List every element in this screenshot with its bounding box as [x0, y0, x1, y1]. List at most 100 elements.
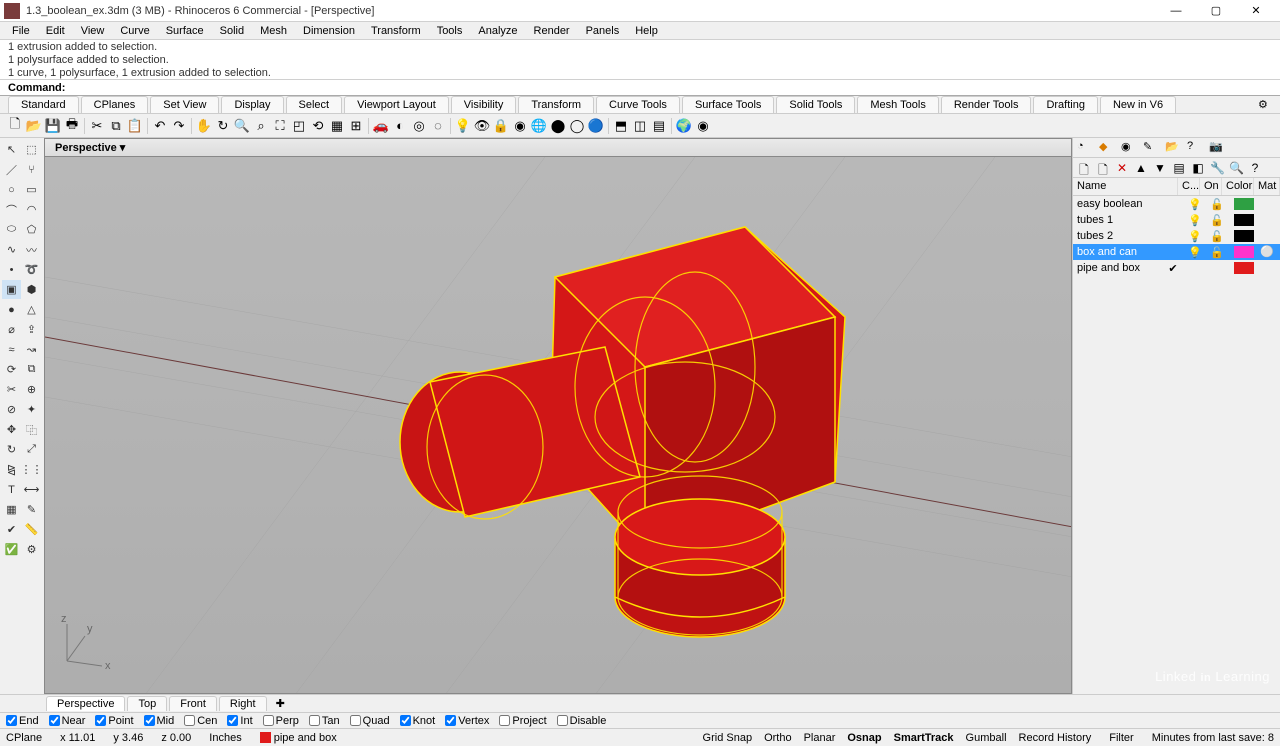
command-line[interactable]: Command:	[0, 80, 1280, 96]
toggle-smarttrack[interactable]: SmartTrack	[894, 732, 954, 744]
menu-transform[interactable]: Transform	[363, 24, 429, 38]
sweep-icon[interactable]: ↝	[22, 340, 41, 359]
menu-mesh[interactable]: Mesh	[252, 24, 295, 38]
zoom-previous-icon[interactable]: ⟲	[309, 117, 327, 135]
menu-edit[interactable]: Edit	[38, 24, 73, 38]
folder-tab-icon[interactable]: 📂	[1165, 140, 1181, 156]
toggle-grid-snap[interactable]: Grid Snap	[703, 732, 753, 744]
new-layer-icon[interactable]: 🗋	[1077, 161, 1091, 175]
tab-solid-tools[interactable]: Solid Tools	[776, 96, 855, 113]
tab-visibility[interactable]: Visibility	[451, 96, 517, 113]
copy-tool-icon[interactable]: ⿻	[22, 420, 41, 439]
polyline-icon[interactable]: ⑂	[22, 160, 41, 179]
layer-color-swatch[interactable]	[1234, 214, 1254, 226]
tab-select[interactable]: Select	[286, 96, 343, 113]
materials-tab-icon[interactable]: ◉	[1121, 140, 1137, 156]
status-filter[interactable]: Filter	[1109, 732, 1133, 744]
col-current[interactable]: C...	[1178, 178, 1200, 195]
layer-lock-icon[interactable]: 🔓	[1206, 246, 1228, 259]
properties-icon[interactable]: ⬒	[612, 117, 630, 135]
layer-color-swatch[interactable]	[1234, 230, 1254, 242]
sphere-icon[interactable]: ⬤	[549, 117, 567, 135]
named-view-icon[interactable]: ▦	[328, 117, 346, 135]
menu-tools[interactable]: Tools	[429, 24, 471, 38]
move-up-icon[interactable]: ▲	[1134, 161, 1148, 175]
annotate-icon[interactable]: ✎	[22, 500, 41, 519]
zoom-extents-icon[interactable]: ⛶	[271, 117, 289, 135]
layer-state-icon[interactable]: ◉	[511, 117, 529, 135]
layer-material[interactable]	[1260, 261, 1276, 275]
viewport-canvas[interactable]	[45, 157, 1071, 693]
open-icon[interactable]: 📂	[25, 117, 43, 135]
tool-icon[interactable]: 🔧	[1210, 161, 1224, 175]
move-down-icon[interactable]: ▼	[1153, 161, 1167, 175]
layer-row[interactable]: easy boolean 💡 🔓	[1073, 196, 1280, 212]
network-icon[interactable]: ⧉	[22, 360, 41, 379]
add-viewport-icon[interactable]: ✚	[269, 696, 292, 711]
rotate-tool-icon[interactable]: ↻	[2, 440, 21, 459]
close-button[interactable]: ✕	[1236, 1, 1276, 21]
line-icon[interactable]: ／	[2, 160, 21, 179]
status-layer[interactable]: pipe and box	[260, 732, 337, 744]
layer-material[interactable]	[1260, 197, 1276, 211]
layers-tab-icon[interactable]: ◆	[1099, 140, 1115, 156]
layer-material[interactable]	[1260, 213, 1276, 227]
hatch-icon[interactable]: ▦	[2, 500, 21, 519]
layer-bulb-icon[interactable]: 💡	[1184, 214, 1206, 227]
tab-drafting[interactable]: Drafting	[1033, 96, 1098, 113]
check-icon[interactable]: ✅	[2, 540, 21, 559]
viewtab-right[interactable]: Right	[219, 696, 267, 711]
arc-icon[interactable]: ⌒	[2, 200, 21, 219]
osnap-tan[interactable]: Tan	[309, 715, 340, 727]
tab-transform[interactable]: Transform	[518, 96, 594, 113]
osnap-end[interactable]: End	[6, 715, 39, 727]
menu-solid[interactable]: Solid	[212, 24, 252, 38]
layer-color-swatch[interactable]	[1234, 198, 1254, 210]
viewtab-top[interactable]: Top	[127, 696, 167, 711]
polygon-icon[interactable]: ⬠	[22, 220, 41, 239]
search-layer-icon[interactable]: 🔍	[1229, 161, 1243, 175]
hide-icon[interactable]: 🔒	[492, 117, 510, 135]
tab-cplanes[interactable]: CPlanes	[81, 96, 149, 113]
cone-icon[interactable]: △	[22, 300, 41, 319]
osnap-near[interactable]: Near	[49, 715, 86, 727]
layer-lock-icon[interactable]: 🔓	[1206, 214, 1228, 227]
osnap-vertex[interactable]: Vertex	[445, 715, 489, 727]
tab-curve-tools[interactable]: Curve Tools	[596, 96, 680, 113]
print-icon[interactable]: 🖶	[63, 117, 81, 135]
sphere-solid-icon[interactable]: ●	[2, 300, 21, 319]
toggle-ortho[interactable]: Ortho	[764, 732, 792, 744]
toggle-record-history[interactable]: Record History	[1019, 732, 1092, 744]
menu-surface[interactable]: Surface	[158, 24, 212, 38]
car-icon[interactable]: 🚗	[372, 117, 390, 135]
help-icon[interactable]: 🌍	[675, 117, 693, 135]
gear-icon[interactable]: ⚙	[1258, 98, 1272, 112]
col-mat[interactable]: Mat	[1254, 178, 1280, 195]
point-icon[interactable]: •	[2, 260, 21, 279]
settings-tool-icon[interactable]: ⚙	[22, 540, 41, 559]
menu-panels[interactable]: Panels	[578, 24, 628, 38]
copy-icon[interactable]: ⧉	[107, 117, 125, 135]
osnap-project[interactable]: Project	[499, 715, 546, 727]
four-viewport-icon[interactable]: ⊞	[347, 117, 365, 135]
analyze-icon[interactable]: ✔	[2, 520, 21, 539]
rect-icon[interactable]: ▭	[22, 180, 41, 199]
osnap-mid[interactable]: Mid	[144, 715, 175, 727]
viewtab-front[interactable]: Front	[169, 696, 217, 711]
rotate-icon[interactable]: ↻	[214, 117, 232, 135]
loft-icon[interactable]: ≈	[2, 340, 21, 359]
delete-layer-icon[interactable]: ✕	[1115, 161, 1129, 175]
filter-icon[interactable]: ▤	[1172, 161, 1186, 175]
minimize-button[interactable]: —	[1156, 1, 1196, 21]
join-icon[interactable]: ⊕	[22, 380, 41, 399]
scale-icon[interactable]: ⤢	[22, 440, 41, 459]
layer-bulb-icon[interactable]: 💡	[1184, 230, 1206, 243]
command-input[interactable]	[69, 82, 1272, 94]
display-tab-icon[interactable]: ✎	[1143, 140, 1159, 156]
move-icon[interactable]: ✥	[2, 420, 21, 439]
layer-row[interactable]: pipe and box ✔	[1073, 260, 1280, 276]
layer-help-icon[interactable]: ?	[1248, 161, 1262, 175]
layer-bulb-icon[interactable]: 💡	[1184, 198, 1206, 211]
options-icon[interactable]: ◫	[631, 117, 649, 135]
solid-icon[interactable]: ⬢	[22, 280, 41, 299]
